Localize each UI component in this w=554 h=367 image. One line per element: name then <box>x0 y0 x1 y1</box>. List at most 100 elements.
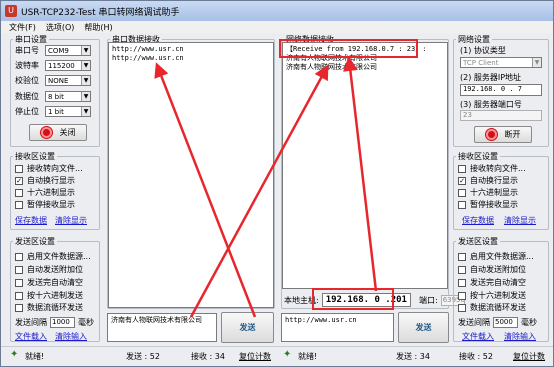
status-ready-icon: ✦ <box>283 349 292 360</box>
protocol-value: TCP Client <box>463 58 499 67</box>
chevron-down-icon[interactable]: ▼ <box>81 46 90 55</box>
server-port-label: (3) 服务器端口号 <box>460 100 522 109</box>
checkbox[interactable] <box>458 278 466 287</box>
right-pause-display-option[interactable]: 暂停接收显示 <box>458 199 518 210</box>
left-save-data-link[interactable]: 保存数据 <box>15 215 47 226</box>
checkbox[interactable] <box>458 188 466 197</box>
chevron-down-icon[interactable]: ▼ <box>81 92 90 101</box>
checkbox[interactable] <box>458 303 466 312</box>
menu-options[interactable]: 选项(O) <box>46 22 75 33</box>
menu-file[interactable]: 文件(F) <box>9 22 36 33</box>
parity-select[interactable]: NONE ▼ <box>45 75 91 86</box>
left-auto-clear-option[interactable]: 发送完自动清空 <box>15 277 83 288</box>
chevron-down-icon[interactable]: ▼ <box>81 107 90 116</box>
serial-recv-line: http://www.usr.cn <box>112 45 184 53</box>
port-value: COM9 <box>48 46 69 55</box>
checkbox[interactable] <box>458 164 466 173</box>
checkbox[interactable] <box>15 188 23 197</box>
right-clear-input-link[interactable]: 清除输入 <box>504 331 536 342</box>
option-label: 暂停接收显示 <box>27 200 75 209</box>
checkbox[interactable] <box>15 164 23 173</box>
left-load-file-link[interactable]: 文件载入 <box>15 331 47 342</box>
checkbox[interactable] <box>15 278 23 287</box>
option-label: 发送完自动清空 <box>27 278 83 287</box>
right-reset-count-button[interactable]: 复位计数 <box>513 351 545 362</box>
net-recv-header-line: 【Receive from 192.168.0.7 : 23】: <box>286 45 427 53</box>
server-ip-input[interactable]: 192.168. 0 . 7 <box>460 84 542 96</box>
checkbox-checked[interactable]: ✓ <box>458 176 466 185</box>
checkbox[interactable] <box>458 291 466 300</box>
stopbits-select[interactable]: 1 bit ▼ <box>45 106 91 117</box>
protocol-label: (1) 协议类型 <box>460 46 506 55</box>
left-recv-to-file-option[interactable]: 接收转向文件... <box>15 163 83 174</box>
option-label: 暂停接收显示 <box>470 200 518 209</box>
right-auto-wrap-option[interactable]: ✓ 自动换行显示 <box>458 175 518 186</box>
serial-send-input[interactable]: 济南有人物联网技术有限公司 <box>107 313 217 342</box>
menu-help[interactable]: 帮助(H) <box>84 22 112 33</box>
option-label: 自动换行显示 <box>470 176 518 185</box>
net-send-button[interactable]: 发送 <box>398 312 449 343</box>
left-pause-display-option[interactable]: 暂停接收显示 <box>15 199 75 210</box>
chevron-down-icon[interactable]: ▼ <box>81 61 90 70</box>
serial-receive-area[interactable]: http://www.usr.cn http://www.usr.cn <box>108 42 274 308</box>
port-select[interactable]: COM9 ▼ <box>45 45 91 56</box>
left-hex-send-option[interactable]: 按十六进制发送 <box>15 290 83 301</box>
databits-select[interactable]: 8 bit ▼ <box>45 91 91 102</box>
left-auto-wrap-option[interactable]: ✓ 自动换行显示 <box>15 175 75 186</box>
checkbox[interactable] <box>15 291 23 300</box>
left-hex-display-option[interactable]: 十六进制显示 <box>15 187 75 198</box>
right-interval-row: 发送间隔 5000 毫秒 <box>458 317 537 328</box>
stopbits-label: 停止位 <box>15 107 39 116</box>
left-send-count: 发送 : 52 <box>126 352 160 361</box>
right-load-file-link[interactable]: 文件载入 <box>462 331 494 342</box>
right-receive-settings-title: 接收区设置 <box>456 151 500 162</box>
left-interval-input[interactable]: 1000 <box>50 317 75 328</box>
option-label: 数据流循环发送 <box>470 303 526 312</box>
left-append-bit-option[interactable]: 自动发送附加位 <box>15 264 83 275</box>
right-receive-settings-group: 接收区设置 接收转向文件... ✓ 自动换行显示 十六进制显示 暂停接收显示 保存… <box>453 151 549 230</box>
right-append-bit-option[interactable]: 自动发送附加位 <box>458 264 526 275</box>
serial-send-button[interactable]: 发送 <box>221 312 274 343</box>
serial-settings-title: 串口设置 <box>13 34 49 45</box>
left-file-source-option[interactable]: 启用文件数据源... <box>15 251 91 262</box>
baud-label: 波特率 <box>15 61 39 70</box>
record-icon <box>485 129 497 140</box>
checkbox[interactable] <box>15 200 23 209</box>
stopbits-value: 1 bit <box>48 107 64 116</box>
left-clear-display-link[interactable]: 清除显示 <box>55 215 87 226</box>
app-icon: U <box>5 5 17 17</box>
title-bar[interactable]: U USR-TCP232-Test 串口转网络调试助手 <box>1 1 553 21</box>
right-recv-to-file-option[interactable]: 接收转向文件... <box>458 163 526 174</box>
right-auto-clear-option[interactable]: 发送完自动清空 <box>458 277 526 288</box>
right-save-data-link[interactable]: 保存数据 <box>462 215 494 226</box>
right-hex-display-option[interactable]: 十六进制显示 <box>458 187 518 198</box>
net-send-input[interactable]: http://www.usr.cn <box>281 313 394 342</box>
checkbox[interactable] <box>458 265 466 274</box>
left-loop-send-option[interactable]: 数据流循环发送 <box>15 302 83 313</box>
chevron-down-icon[interactable]: ▼ <box>81 76 90 85</box>
checkbox[interactable] <box>458 252 466 261</box>
right-interval-input[interactable]: 5000 <box>493 317 518 328</box>
right-file-source-option[interactable]: 启用文件数据源... <box>458 251 534 262</box>
checkbox-checked[interactable]: ✓ <box>15 176 23 185</box>
right-loop-send-option[interactable]: 数据流循环发送 <box>458 302 526 313</box>
close-port-button[interactable]: 关闭 <box>29 124 87 141</box>
checkbox[interactable] <box>15 252 23 261</box>
right-hex-send-option[interactable]: 按十六进制发送 <box>458 290 526 301</box>
checkbox[interactable] <box>458 200 466 209</box>
chevron-down-icon[interactable]: ▼ <box>532 58 541 67</box>
checkbox[interactable] <box>15 303 23 312</box>
left-reset-count-button[interactable]: 复位计数 <box>239 351 271 362</box>
baud-select[interactable]: 115200 ▼ <box>45 60 91 71</box>
net-recv-line: 济南有人物联网技术有限公司 <box>286 63 377 71</box>
left-clear-input-link[interactable]: 清除输入 <box>55 331 87 342</box>
right-clear-display-link[interactable]: 清除显示 <box>504 215 536 226</box>
host-value: 192.168. 0 .201 <box>321 293 411 307</box>
disconnect-button[interactable]: 断开 <box>474 126 532 143</box>
server-port-input[interactable]: 23 <box>460 110 542 121</box>
field-stopbits: 停止位 1 bit ▼ <box>15 106 91 117</box>
checkbox[interactable] <box>15 265 23 274</box>
right-send-settings-title: 发送区设置 <box>456 236 500 247</box>
net-receive-area[interactable]: 【Receive from 192.168.0.7 : 23】: 济南有人物联网… <box>282 42 448 289</box>
protocol-select[interactable]: TCP Client ▼ <box>460 57 542 68</box>
